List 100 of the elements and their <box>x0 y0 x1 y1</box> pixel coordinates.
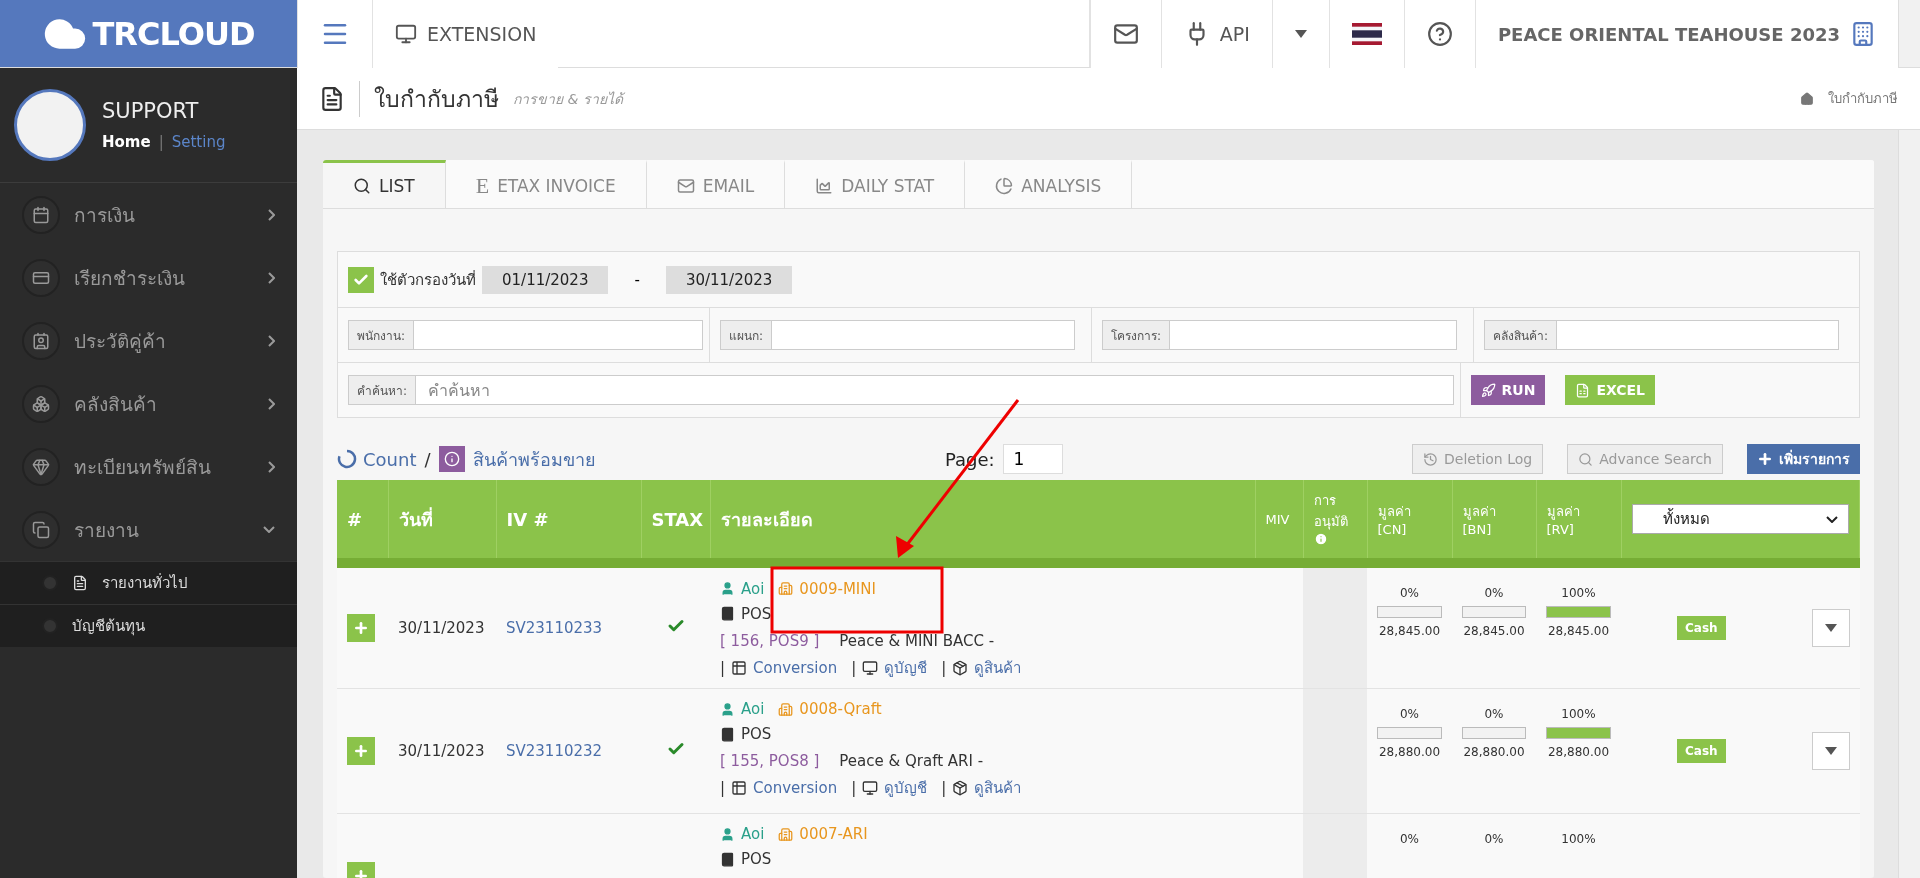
column-header: # <box>347 508 364 530</box>
input-field[interactable]: พนักงาน: <box>348 320 703 350</box>
input-field[interactable]: คลังสินค้า: <box>1484 320 1839 350</box>
invoice-link[interactable]: SV23110232 <box>506 741 603 760</box>
building-icon <box>778 701 794 717</box>
salesperson: Aoi <box>741 700 765 718</box>
plus-icon <box>1757 451 1773 467</box>
menu-button[interactable] <box>297 0 372 68</box>
channel-name: POS <box>741 725 772 743</box>
help-button[interactable] <box>1403 0 1475 68</box>
language-button[interactable] <box>1328 0 1404 68</box>
action-link[interactable]: ดูบัญชี <box>862 655 928 680</box>
column-header: วันที่ <box>398 506 434 532</box>
status-select[interactable]: ทั้งหมด <box>1631 504 1849 534</box>
run-button[interactable]: RUN <box>1470 375 1546 405</box>
user-name: SUPPORT <box>102 99 200 123</box>
tab[interactable]: LIST <box>323 160 446 208</box>
link-separator: | <box>851 658 857 677</box>
search-icon <box>1578 451 1594 467</box>
building-icon <box>778 581 794 596</box>
sidebar-subitem[interactable]: รายงานทั่วไป <box>0 561 297 604</box>
amount: 28,845.00 <box>1546 624 1611 638</box>
link-separator: | <box>941 779 947 797</box>
history-icon <box>1423 451 1438 467</box>
reference: [ 155, POS8 ] <box>720 752 820 770</box>
caret-icon <box>1294 30 1307 38</box>
breadcrumb: ใบกำกับภาษี <box>1828 90 1898 108</box>
sidebar-item[interactable]: การเงิน <box>0 183 297 246</box>
description: Peace & MINI BACC - <box>839 631 995 650</box>
percent-label: 100% <box>1560 586 1597 600</box>
date-separator: - <box>634 270 640 289</box>
separator: / <box>424 448 431 470</box>
action-link[interactable]: Conversion <box>731 658 838 677</box>
caret-icon <box>1824 623 1837 632</box>
chevron-down-icon <box>263 526 275 533</box>
api-button[interactable]: API <box>1160 0 1272 68</box>
add-button[interactable]: เพิ่มรายการ <box>1747 444 1860 474</box>
percent-label: 100% <box>1560 706 1597 721</box>
menu-item-icon <box>22 510 60 549</box>
payment-badge: Cash <box>1677 738 1726 763</box>
column-header: MIV <box>1265 511 1291 527</box>
date-field[interactable]: 01/11/2023 <box>482 265 609 294</box>
mail-icon <box>676 176 695 195</box>
sidebar-subitem[interactable]: บัญชีต้นทุน <box>0 604 297 647</box>
user-icon <box>720 701 735 717</box>
input-field[interactable]: โครงการ: <box>1102 320 1457 350</box>
link-separator: | <box>851 779 857 797</box>
user-icon <box>720 581 735 596</box>
extension-button[interactable]: EXTENSION <box>372 0 559 68</box>
menu-item-icon <box>22 195 60 234</box>
package-icon <box>952 659 969 676</box>
percent-label: 100% <box>1560 831 1597 846</box>
sidebar-item[interactable]: ประวัติคู่ค้า <box>0 309 297 372</box>
link-separator: | <box>941 658 947 677</box>
count-link[interactable]: Count <box>337 448 417 470</box>
company-button[interactable]: PEACE ORIENTAL TEAHOUSE 2023 <box>1474 0 1898 68</box>
sidebar-item[interactable]: ทะเบียนทรัพย์สิน <box>0 435 297 498</box>
book-icon <box>720 726 735 742</box>
date-cell: 30/11/2023 <box>398 618 485 637</box>
stock-link[interactable]: สินค้าพร้อมขาย <box>472 444 596 474</box>
flag-icon <box>1351 23 1382 45</box>
input-field[interactable]: แผนก: <box>720 320 1075 350</box>
branch-name: 0008-Qraft <box>799 700 882 718</box>
sidebar-item[interactable]: เรียกชำระเงิน <box>0 246 297 309</box>
user-icon <box>720 826 735 842</box>
field-label: คำค้นหา: <box>348 375 417 405</box>
channel-name: POS <box>741 850 772 868</box>
action-link[interactable]: ดูบัญชี <box>862 776 928 800</box>
sidebar-item[interactable]: คลังสินค้า <box>0 372 297 435</box>
document-icon <box>72 575 88 591</box>
date-cell: 30/11/2023 <box>398 741 485 760</box>
mail-button[interactable] <box>1089 0 1161 68</box>
help-icon <box>1426 21 1453 47</box>
action-link[interactable]: Conversion <box>731 779 838 797</box>
salesperson: Aoi <box>741 825 765 843</box>
chevron-right-icon <box>268 397 275 410</box>
row-menu-button[interactable] <box>1811 731 1850 770</box>
invoice-link[interactable]: SV23110233 <box>506 618 603 637</box>
sidebar-link[interactable]: Setting <box>171 133 226 151</box>
action-link[interactable]: ดูสินค้า <box>952 776 1022 800</box>
page-title: ใบกำกับภาษี <box>359 80 499 117</box>
page-input[interactable]: 1 <box>1002 444 1063 474</box>
search-field[interactable]: คำค้นหา <box>416 375 1454 405</box>
book-icon <box>720 851 735 867</box>
pie-chart-icon <box>995 176 1014 195</box>
sidebar-link[interactable]: Home <box>102 133 151 151</box>
sidebar-item[interactable]: รายงาน <box>0 498 297 561</box>
salesperson: Aoi <box>741 579 765 598</box>
checkbox[interactable] <box>348 266 374 293</box>
column-header: มูลค่า [RV] <box>1546 503 1581 537</box>
mail-icon <box>1112 21 1139 47</box>
chevron-right-icon <box>268 460 275 473</box>
menu-item-icon <box>22 321 60 360</box>
package-icon <box>952 780 969 796</box>
action-link[interactable]: ดูสินค้า <box>952 655 1022 680</box>
row-menu-button[interactable] <box>1811 608 1850 647</box>
monitor-icon <box>862 659 879 676</box>
date-field[interactable]: 30/11/2023 <box>665 265 793 294</box>
menu-item-icon <box>22 447 60 486</box>
info-icon <box>438 446 465 472</box>
